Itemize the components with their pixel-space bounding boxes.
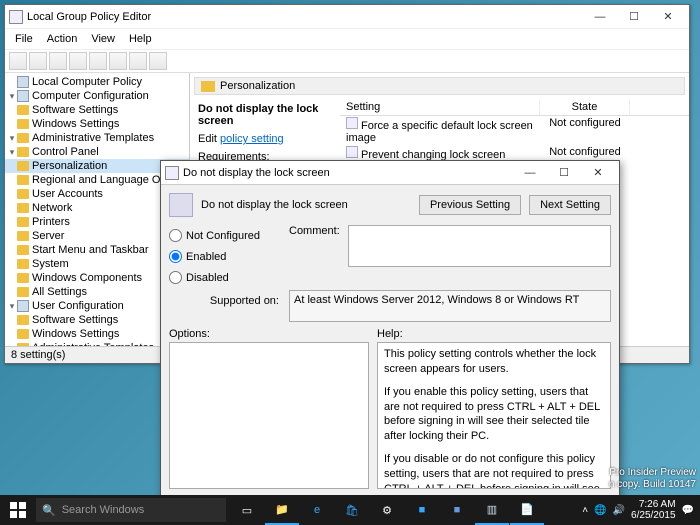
policy-icon	[169, 193, 193, 217]
taskbar-settings[interactable]: ⚙	[370, 495, 404, 525]
toolbar-forward[interactable]	[29, 52, 47, 70]
search-placeholder: Search Windows	[62, 504, 145, 516]
supported-text: At least Windows Server 2012, Windows 8 …	[289, 290, 611, 322]
tray-network-icon[interactable]: 🌐	[594, 505, 606, 516]
comment-label: Comment:	[289, 225, 342, 267]
gpedit-title: Local Group Policy Editor	[27, 11, 583, 23]
policy-dialog: Do not display the lock screen — ☐ ✕ Do …	[160, 160, 620, 498]
toolbar-export[interactable]	[89, 52, 107, 70]
taskbar: 🔍 Search Windows ▭ 📁 e 🛍 ⚙ ■ ■ ▥ 📄 ˄ 🌐 🔊…	[0, 495, 700, 525]
taskbar-app1[interactable]: ■	[405, 495, 439, 525]
tray-up-icon[interactable]: ˄	[582, 505, 588, 516]
state-radios: Not Configured Enabled Disabled	[169, 225, 279, 284]
taskbar-app2[interactable]: ■	[440, 495, 474, 525]
content-header-label: Personalization	[220, 80, 295, 92]
taskbar-store[interactable]: 🛍	[335, 495, 369, 525]
tree-node[interactable]: Windows Settings	[5, 117, 189, 131]
dialog-titlebar[interactable]: Do not display the lock screen — ☐ ✕	[161, 161, 619, 185]
toolbar	[5, 49, 689, 73]
menu-action[interactable]: Action	[41, 31, 84, 47]
gpedit-icon	[9, 10, 23, 24]
toolbar-props[interactable]	[129, 52, 147, 70]
radio-enabled[interactable]: Enabled	[169, 250, 279, 263]
tree-node[interactable]: ▾Control Panel	[5, 145, 189, 159]
toolbar-up[interactable]	[49, 52, 67, 70]
dialog-maximize[interactable]: ☐	[547, 162, 581, 184]
search-box[interactable]: 🔍 Search Windows	[36, 498, 226, 522]
tray-notifications-icon[interactable]: 💬	[682, 505, 694, 516]
toolbar-filter[interactable]	[149, 52, 167, 70]
toolbar-back[interactable]	[9, 52, 27, 70]
minimize-button[interactable]: —	[583, 6, 617, 28]
maximize-button[interactable]: ☐	[617, 6, 651, 28]
previous-setting-button[interactable]: Previous Setting	[419, 195, 521, 215]
taskbar-explorer[interactable]: 📁	[265, 495, 299, 525]
options-label: Options:	[169, 328, 369, 340]
edit-label: Edit	[198, 133, 217, 145]
taskbar-edge[interactable]: e	[300, 495, 334, 525]
menu-help[interactable]: Help	[123, 31, 158, 47]
gpedit-titlebar[interactable]: Local Group Policy Editor — ☐ ✕	[5, 5, 689, 29]
task-view-button[interactable]: ▭	[230, 495, 264, 525]
edit-policy-link[interactable]: policy setting	[220, 133, 284, 145]
policy-heading: Do not display the lock screen	[201, 199, 411, 211]
col-state[interactable]: State	[540, 99, 630, 115]
task-icons: ▭ 📁 e 🛍 ⚙ ■ ■ ▥ 📄	[230, 495, 544, 525]
desktop-watermark: Pro Insider Preview n copy. Build 10147	[609, 467, 696, 491]
search-icon: 🔍	[42, 504, 56, 517]
dialog-icon	[165, 166, 179, 180]
tree-node[interactable]: ▾Computer Configuration	[5, 89, 189, 103]
start-button[interactable]	[0, 495, 36, 525]
toolbar-refresh[interactable]	[69, 52, 87, 70]
radio-not-configured[interactable]: Not Configured	[169, 229, 279, 242]
options-box	[169, 342, 369, 489]
folder-icon	[201, 81, 215, 92]
help-box[interactable]: This policy setting controls whether the…	[377, 342, 611, 489]
col-setting[interactable]: Setting	[340, 99, 540, 115]
radio-disabled[interactable]: Disabled	[169, 271, 279, 284]
windows-icon	[10, 502, 26, 518]
system-tray[interactable]: ˄ 🌐 🔊 7:26 AM 6/25/2015 💬	[582, 499, 700, 521]
taskbar-notepad[interactable]: 📄	[510, 495, 544, 525]
tree-node[interactable]: ▾Administrative Templates	[5, 131, 189, 145]
comment-textarea[interactable]	[348, 225, 611, 267]
toolbar-help[interactable]	[109, 52, 127, 70]
setting-row[interactable]: Force a specific default lock screen ima…	[340, 116, 689, 145]
help-label: Help:	[377, 328, 611, 340]
dialog-title: Do not display the lock screen	[183, 167, 513, 179]
menu-file[interactable]: File	[9, 31, 39, 47]
selected-setting-name: Do not display the lock screen	[198, 103, 332, 127]
next-setting-button[interactable]: Next Setting	[529, 195, 611, 215]
tray-clock[interactable]: 7:26 AM 6/25/2015	[631, 499, 676, 521]
settings-header: Setting State	[340, 99, 689, 116]
menubar: File Action View Help	[5, 29, 689, 49]
close-button[interactable]: ✕	[651, 6, 685, 28]
dialog-close[interactable]: ✕	[581, 162, 615, 184]
supported-label: Supported on:	[169, 290, 279, 322]
tree-node[interactable]: Software Settings	[5, 103, 189, 117]
taskbar-gpedit[interactable]: ▥	[475, 495, 509, 525]
tray-volume-icon[interactable]: 🔊	[613, 505, 625, 516]
content-header: Personalization	[194, 77, 685, 95]
menu-view[interactable]: View	[85, 31, 121, 47]
tree-node[interactable]: Local Computer Policy	[5, 75, 189, 89]
dialog-minimize[interactable]: —	[513, 162, 547, 184]
